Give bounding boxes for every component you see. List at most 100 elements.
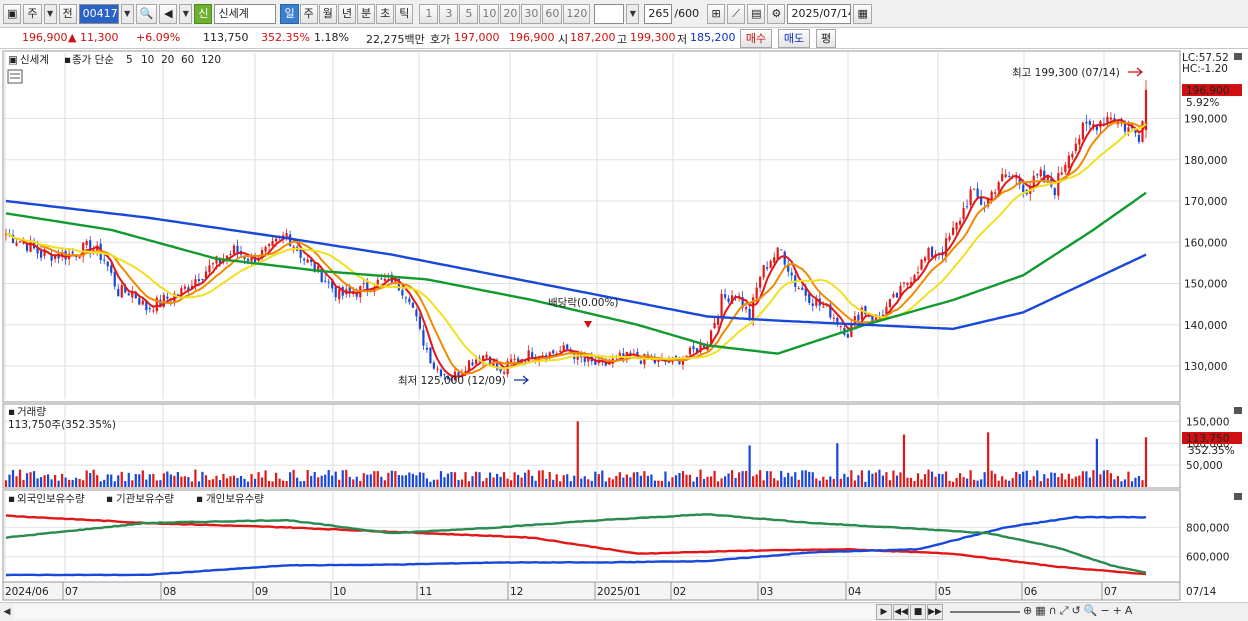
interval-tab[interactable]: 3 <box>439 3 459 24</box>
candle-body <box>418 316 422 329</box>
turnover-rate: 1.18% <box>314 31 349 44</box>
volume-bar <box>1141 480 1144 487</box>
period-tab[interactable]: 일 <box>280 3 299 24</box>
prev-button[interactable]: 전 <box>58 3 77 24</box>
volume-bar <box>113 481 116 487</box>
candle-body <box>857 314 860 321</box>
calendar-icon[interactable]: ▦ <box>853 3 872 24</box>
period-mode-button[interactable]: 주 <box>23 3 42 24</box>
interval-tab[interactable]: 30 <box>521 3 542 24</box>
scroll-left-icon[interactable]: ◀ <box>0 604 14 620</box>
rewind-icon[interactable]: ◀◀ <box>893 604 909 620</box>
volume-bar <box>362 473 365 487</box>
gear-icon[interactable]: ⚙ <box>767 3 786 24</box>
volume-bar <box>969 470 972 487</box>
crosshair-icon[interactable]: ⊕ <box>1023 604 1032 618</box>
price-tick-label: 160,000 <box>1184 237 1227 249</box>
volume-bar <box>320 475 323 487</box>
stock-code-input[interactable]: 004170 <box>78 3 119 24</box>
search-icon[interactable]: 🔍 <box>135 3 158 24</box>
interval-tab[interactable]: 20 <box>500 3 521 24</box>
interval-dropdown-icon[interactable]: ▼ <box>626 3 640 24</box>
volume-bar <box>1011 478 1014 487</box>
interval-tab[interactable]: 1 <box>419 3 439 24</box>
volume-bar <box>1144 437 1148 487</box>
count-input[interactable]: 265 <box>644 3 673 24</box>
magnet-icon[interactable]: ∩ <box>1049 604 1057 618</box>
indicator-icon[interactable]: ⊞ <box>707 3 726 24</box>
zoom-icon[interactable]: 🔍 <box>1084 604 1098 618</box>
price-change: ▲ 11,300 <box>68 31 119 44</box>
holding-panel-close-icon[interactable] <box>1234 493 1242 500</box>
candle-body <box>976 188 979 198</box>
date-input[interactable]: 2025/07/14 <box>787 3 852 24</box>
quote-bar: 196,900 ▲ 11,300 +6.09% 113,750 352.35% … <box>0 28 1248 49</box>
draw-tool-icon[interactable]: ⟋ <box>727 3 746 24</box>
period-tab[interactable]: 월 <box>318 3 337 24</box>
volume-bar <box>867 470 870 487</box>
volume-bar <box>499 476 502 487</box>
candle-body <box>303 258 306 261</box>
volume-bar <box>825 479 828 487</box>
volume-bar <box>660 480 664 487</box>
stock-name-field[interactable]: 신세계 <box>214 3 277 24</box>
chart-type-icon[interactable]: ▦ <box>1035 604 1045 618</box>
buy-button[interactable]: 매수 <box>740 29 772 48</box>
candle-body <box>271 241 274 246</box>
zoom-out-icon[interactable]: − <box>1100 604 1109 618</box>
volume-bar <box>688 474 692 487</box>
period-tab[interactable]: 주 <box>299 3 318 24</box>
interval-tab[interactable]: 10 <box>479 3 500 24</box>
scroll-track[interactable] <box>14 605 876 619</box>
period-mode-dropdown-icon[interactable]: ▼ <box>43 3 57 24</box>
candle-body <box>748 308 751 320</box>
interval-custom-input[interactable] <box>594 3 625 24</box>
candle-body <box>383 278 386 281</box>
candle-body <box>822 306 825 308</box>
volume-bar <box>973 479 976 487</box>
volume-bar <box>534 480 537 487</box>
interval-tab[interactable]: 5 <box>459 3 479 24</box>
volume-bar <box>513 472 516 487</box>
volume-bar <box>211 479 215 487</box>
volume-bar <box>236 477 239 487</box>
period-tab[interactable]: 틱 <box>395 3 414 24</box>
period-tab[interactable]: 년 <box>337 3 356 24</box>
volume-panel-close-icon[interactable] <box>1234 407 1242 414</box>
candle-body <box>85 240 88 246</box>
font-size-icon[interactable]: A <box>1125 604 1133 618</box>
sound-dropdown-icon[interactable]: ▼ <box>179 3 193 24</box>
period-tab[interactable]: 분 <box>356 3 376 24</box>
price-panel-close-icon[interactable] <box>1234 53 1242 60</box>
scroll-right-icon[interactable]: ▶ <box>876 604 892 620</box>
dividend-annotation: 배당락(0.00%) <box>548 297 619 309</box>
speaker-icon[interactable]: ◀ <box>159 3 178 24</box>
stock-chart[interactable]: 130,000 140,000 150,000 160,000 170,000 180,0… <box>0 49 1248 602</box>
fast-forward-icon[interactable]: ▶▶ <box>927 604 943 620</box>
save-icon[interactable]: ▤ <box>747 3 766 24</box>
grid-toggle-icon[interactable] <box>7 69 23 84</box>
volume-bar <box>341 470 344 487</box>
candle-body <box>39 251 43 258</box>
period-tab[interactable]: 초 <box>376 3 395 24</box>
volume-bar <box>776 480 779 487</box>
interval-tab[interactable]: 60 <box>542 3 563 24</box>
volume-bar <box>138 474 141 487</box>
volume-bar <box>580 478 583 487</box>
fit-icon[interactable]: ⤢ <box>1060 604 1069 618</box>
volume-bar <box>148 474 151 487</box>
candle-body <box>902 282 906 284</box>
volume-bar <box>674 475 678 487</box>
stock-code-dropdown-icon[interactable]: ▼ <box>120 3 134 24</box>
sell-button[interactable]: 매도 <box>778 29 810 48</box>
stop-icon[interactable]: ■ <box>910 604 926 620</box>
zoom-slider[interactable] <box>950 604 1020 613</box>
interval-tab[interactable]: 120 <box>563 3 591 24</box>
layout-icon[interactable]: ▣ <box>3 3 22 24</box>
volume-bar <box>1078 475 1081 487</box>
evaluate-button[interactable]: 평 <box>816 29 836 48</box>
reset-icon[interactable]: ↺ <box>1072 604 1081 618</box>
volume-bar <box>541 470 544 487</box>
volume-bar <box>909 477 913 487</box>
zoom-in-icon[interactable]: + <box>1113 604 1122 618</box>
